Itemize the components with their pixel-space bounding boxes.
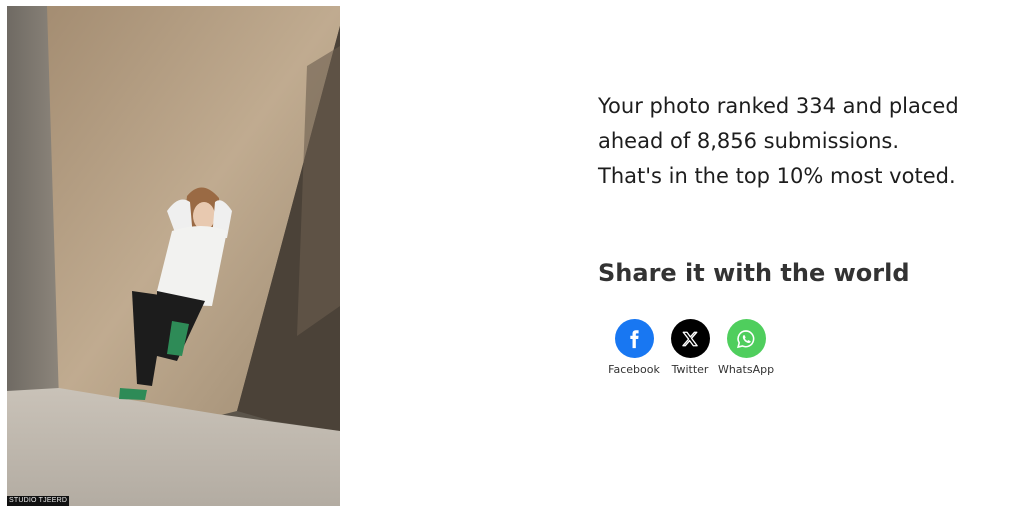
result-line-2: ahead of 8,856 submissions. — [598, 129, 900, 153]
share-facebook-label: Facebook — [608, 363, 660, 376]
facebook-icon[interactable] — [614, 319, 654, 358]
submitted-photo: STUDIO TJEERD — [7, 6, 340, 506]
share-twitter-button[interactable]: Twitter — [660, 319, 720, 376]
share-whatsapp-button[interactable]: WhatsApp — [716, 319, 776, 376]
x-icon[interactable] — [670, 319, 710, 358]
photo-illustration — [7, 6, 340, 506]
whatsapp-icon[interactable] — [726, 319, 766, 358]
share-facebook-button[interactable]: Facebook — [604, 319, 664, 376]
share-twitter-label: Twitter — [671, 363, 709, 376]
share-buttons: Facebook Twitter WhatsApp — [604, 319, 774, 376]
share-whatsapp-label: WhatsApp — [717, 363, 775, 376]
page: STUDIO TJEERD Your photo ranked 334 and … — [0, 0, 1024, 511]
photo-watermark: STUDIO TJEERD — [7, 496, 70, 506]
share-title: Share it with the world — [598, 259, 910, 287]
ranking-result: Your photo ranked 334 and placed ahead o… — [598, 89, 1008, 194]
result-line-3: That's in the top 10% most voted. — [598, 164, 956, 188]
result-line-1: Your photo ranked 334 and placed — [598, 94, 959, 118]
